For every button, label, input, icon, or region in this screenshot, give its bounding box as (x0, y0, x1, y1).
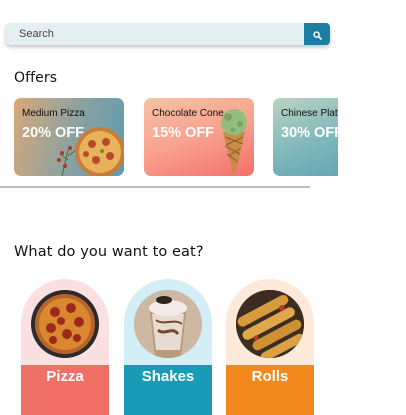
category-shakes[interactable]: Shakes (124, 279, 212, 415)
category-pizza[interactable]: Pizza (21, 279, 109, 415)
offers-carousel[interactable]: Medium Pizza 20% OFF Chocolate Cone 15% … (0, 97, 338, 179)
search-icon (312, 25, 322, 44)
carousel-scrollbar[interactable] (0, 186, 310, 188)
offer-card-chocolate-cone[interactable]: Chocolate Cone 15% OFF (144, 98, 254, 176)
categories-title: What do you want to eat? (14, 244, 204, 260)
offer-discount: 30% OFF (281, 125, 338, 141)
category-label: Pizza (46, 368, 84, 385)
category-label: Rolls (251, 368, 289, 385)
shake-photo (134, 290, 202, 358)
offer-discount: 15% OFF (152, 125, 215, 141)
offer-name: Chocolate Cone (152, 108, 224, 119)
search-input[interactable] (6, 23, 303, 45)
category-label: Shakes (141, 368, 195, 385)
search-button[interactable] (304, 23, 330, 45)
offer-discount: 20% OFF (22, 125, 85, 141)
offer-card-medium-pizza[interactable]: Medium Pizza 20% OFF (14, 98, 124, 176)
category-rolls[interactable]: Rolls (226, 279, 314, 415)
search-bar (6, 23, 330, 45)
offers-title: Offers (14, 70, 58, 86)
offer-name: Chinese Platter (281, 108, 338, 119)
rolls-photo (236, 290, 304, 358)
pizza-photo (31, 290, 99, 358)
offer-card-chinese-platter[interactable]: Chinese Platter 30% OFF (273, 98, 338, 176)
offer-name: Medium Pizza (22, 108, 85, 119)
